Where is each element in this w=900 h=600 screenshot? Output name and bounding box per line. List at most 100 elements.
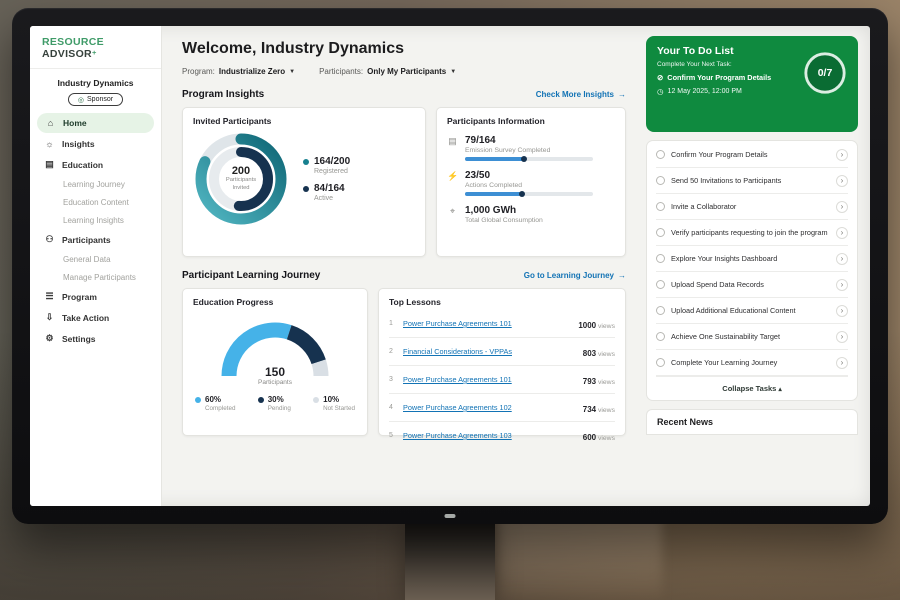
lesson-link[interactable]: Power Purchase Agreements 101	[403, 375, 577, 384]
legend-value: 84/164	[314, 183, 345, 194]
todo-item[interactable]: Verify participants requesting to join t…	[656, 220, 848, 246]
checkbox-icon[interactable]	[656, 306, 665, 315]
progress-bar-fill	[465, 192, 524, 196]
checkbox-icon[interactable]	[656, 280, 665, 289]
pending-dot	[258, 397, 264, 403]
todo-item[interactable]: Explore Your Insights Dashboard›	[656, 246, 848, 272]
sidebar-item-label: Education	[62, 160, 103, 170]
power-led	[445, 514, 456, 518]
lesson-rank: 1	[389, 320, 397, 327]
todo-item[interactable]: Upload Additional Educational Content›	[656, 298, 848, 324]
check-more-insights-link[interactable]: Check More Insights →	[536, 90, 626, 99]
recent-news-header[interactable]: Recent News	[646, 409, 858, 435]
sidebar-item-label: Insights	[62, 139, 95, 149]
chevron-right-icon: ›	[836, 331, 848, 343]
todo-item-label: Upload Spend Data Records	[671, 280, 830, 290]
sidebar-item-take-action[interactable]: ⇩Take Action	[30, 307, 161, 328]
section-title-program-insights: Program Insights	[182, 89, 264, 100]
sidebar-item-label: Home	[63, 118, 87, 128]
lesson-rank: 2	[389, 348, 397, 355]
info-value: 1,000 GWh	[465, 205, 543, 216]
sidebar-item-learning-insights[interactable]: Learning Insights	[30, 211, 161, 229]
donut-legend-item: 84/164Active	[303, 183, 350, 202]
info-value: 23/50	[465, 170, 593, 181]
sidebar-item-manage-participants[interactable]: Manage Participants	[30, 268, 161, 286]
sidebar-item-learning-journey[interactable]: Learning Journey	[30, 175, 161, 193]
sidebar-item-label: Manage Participants	[63, 273, 136, 282]
todo-item-label: Achieve One Sustainability Target	[671, 332, 830, 342]
program-filter-label: Program:	[182, 67, 215, 76]
card-title: Education Progress	[193, 297, 357, 307]
checkbox-icon[interactable]	[656, 358, 665, 367]
todo-next-task[interactable]: ⊘ Confirm Your Program Details	[657, 73, 797, 82]
lesson-rank: 4	[389, 404, 397, 411]
sidebar-item-program[interactable]: ☰Program	[30, 286, 161, 307]
checkbox-icon[interactable]	[656, 176, 665, 185]
chevron-right-icon: ›	[836, 175, 848, 187]
donut-center-caption: Participants Invited	[217, 177, 265, 193]
lesson-link[interactable]: Power Purchase Agreements 101	[403, 319, 572, 328]
sidebar-item-education[interactable]: ▤Education	[30, 154, 161, 175]
lesson-views-count: 734	[583, 405, 596, 414]
sidebar-item-insights[interactable]: ☼Insights	[30, 134, 161, 154]
todo-item[interactable]: Achieve One Sustainability Target ›	[656, 324, 848, 350]
gauge-legend-item: 10%Not Started	[313, 395, 355, 412]
sidebar-item-label: Participants	[62, 235, 111, 245]
todo-item-label: Explore Your Insights Dashboard	[671, 254, 830, 264]
todo-task-list: Confirm Your Program Details›Send 50 Inv…	[646, 140, 858, 401]
lesson-views-suffix: views	[596, 379, 615, 386]
registered-dot	[303, 159, 309, 165]
learning-journey-header: Participant Learning Journey Go to Learn…	[182, 270, 626, 281]
checkbox-icon[interactable]	[656, 150, 665, 159]
checkbox-icon[interactable]	[656, 254, 665, 263]
app-logo: RESOURCE ADVISOR+	[30, 26, 161, 69]
chevron-down-icon: ▼	[289, 69, 295, 75]
monitor-stand	[405, 522, 495, 600]
sidebar-item-general-data[interactable]: General Data	[30, 250, 161, 268]
donut-center-label: 200 Participants Invited	[217, 155, 265, 203]
link-label: Go to Learning Journey	[524, 271, 614, 280]
recent-news-title: Recent News	[657, 417, 713, 427]
active-dot	[303, 186, 309, 192]
go-to-learning-journey-link[interactable]: Go to Learning Journey →	[524, 271, 626, 280]
gauge-center-value: 150	[211, 365, 339, 379]
gauge-legend-item: 60%Completed	[195, 395, 235, 412]
lesson-rank: 5	[389, 432, 397, 439]
todo-item[interactable]: Complete Your Learning Journey›	[656, 350, 848, 376]
sidebar-item-settings[interactable]: ⚙Settings	[30, 328, 161, 349]
logo-resource: RESOURCE	[42, 36, 104, 48]
todo-item-label: Upload Additional Educational Content	[671, 306, 830, 316]
program-filter[interactable]: Program: Industrialize Zero ▼	[182, 67, 295, 76]
todo-item-label: Complete Your Learning Journey	[671, 358, 830, 368]
checkbox-icon[interactable]	[656, 332, 665, 341]
todo-item[interactable]: Send 50 Invitations to Participants›	[656, 168, 848, 194]
info-value: 79/164	[465, 135, 593, 146]
sponsor-badge[interactable]: ◎ Sponsor	[68, 93, 123, 106]
chevron-right-icon: ›	[836, 201, 848, 213]
consumption-icon: ⌖	[447, 205, 458, 227]
todo-item-label: Verify participants requesting to join t…	[671, 228, 830, 238]
todo-item[interactable]: Upload Spend Data Records›	[656, 272, 848, 298]
todo-item[interactable]: Invite a Collaborator›	[656, 194, 848, 220]
lesson-link[interactable]: Power Purchase Agreements 102	[403, 403, 577, 412]
education-progress-card: Education Progress 150 Participants 60%C…	[182, 288, 368, 436]
lesson-views-suffix: views	[596, 407, 615, 414]
participants-filter[interactable]: Participants: Only My Participants ▼	[319, 67, 456, 76]
lesson-views-count: 793	[583, 377, 596, 386]
app-window: RESOURCE ADVISOR+ Industry Dynamics ◎ Sp…	[30, 26, 870, 506]
todo-item[interactable]: Confirm Your Program Details›	[656, 142, 848, 168]
checkbox-icon[interactable]	[656, 228, 665, 237]
sidebar-item-home[interactable]: ⌂Home	[37, 113, 154, 133]
learning-cards-row: Education Progress 150 Participants 60%C…	[182, 288, 626, 436]
sidebar-item-participants[interactable]: ⚇Participants	[30, 229, 161, 250]
survey-icon: ▤	[447, 135, 458, 161]
collapse-tasks-button[interactable]: Collapse Tasks ▴	[656, 376, 848, 399]
legend-label: Not Started	[323, 405, 355, 412]
lesson-link[interactable]: Financial Considerations - VPPAs	[403, 347, 577, 356]
sidebar-item-education-content[interactable]: Education Content	[30, 193, 161, 211]
gauge-center-caption: Participants	[211, 379, 339, 386]
checkbox-icon[interactable]	[656, 202, 665, 211]
lesson-link[interactable]: Power Purchase Agreements 103	[403, 431, 577, 440]
legend-pct: 30%	[268, 395, 284, 404]
progress-bar	[465, 192, 593, 196]
